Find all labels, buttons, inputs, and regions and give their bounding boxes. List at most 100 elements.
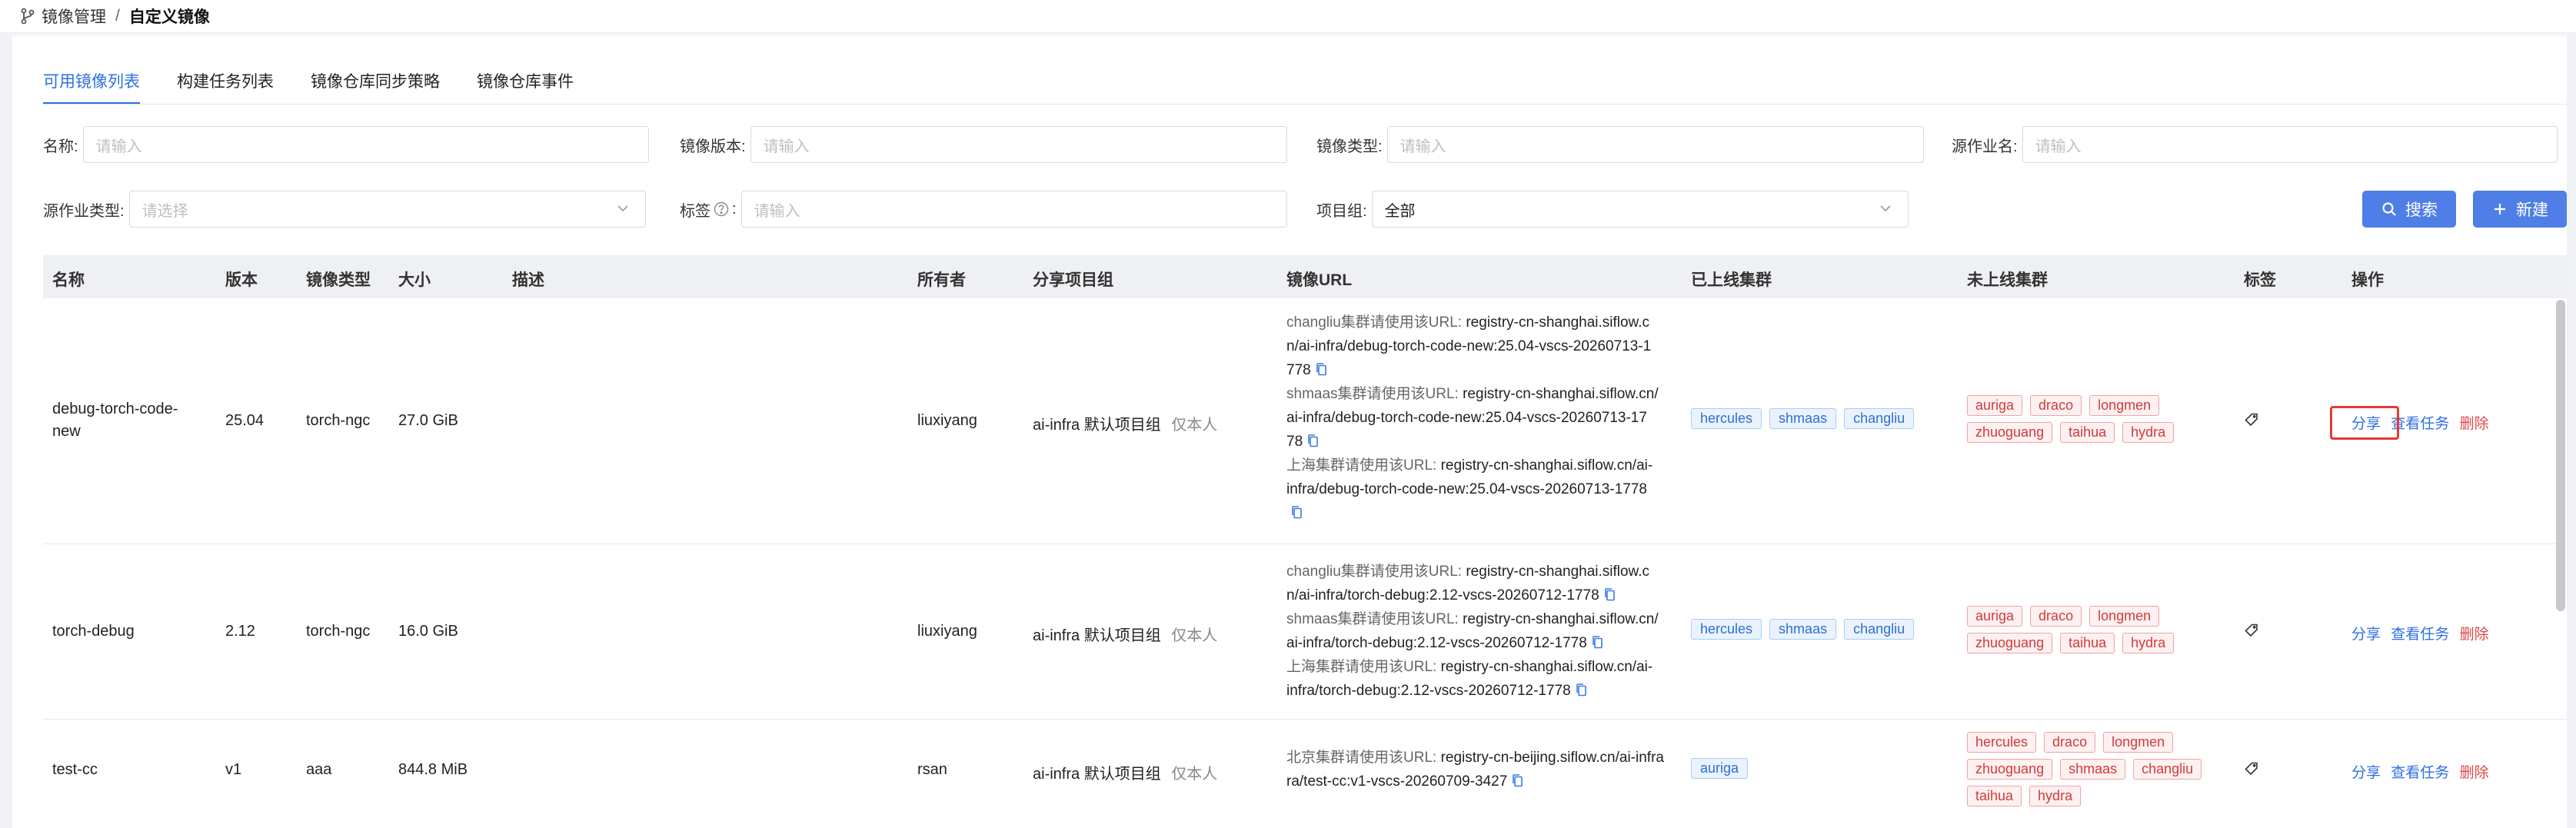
url-text: ai-infra/torch-debug:2.12-vscs-20260712-… [1286, 635, 1587, 651]
url-line: n/ai-infra/torch-debug:2.12-vscs-2026071… [1286, 584, 1694, 607]
table-scrollbar[interactable] [2556, 300, 2565, 611]
row-size: 844.8 MiB [398, 761, 468, 778]
view-tasks-link[interactable]: 查看任务 [2391, 627, 2449, 643]
row-type: torch-ngc [306, 412, 371, 429]
name-input[interactable]: 请输入 [82, 126, 649, 163]
url-prefix: 上海集群请使用该URL: [1286, 659, 1441, 675]
version-input[interactable]: 请输入 [750, 126, 1287, 163]
url-text: ra/test-cc:v1-vscs-20260709-3427 [1286, 773, 1508, 790]
delete-link[interactable]: 删除 [2460, 765, 2489, 781]
url-text: 78 [1286, 434, 1303, 450]
tag-icon[interactable] [2244, 412, 2259, 427]
copy-icon[interactable] [1592, 633, 1603, 649]
row-online-clusters: hercules shmaas changliu [1691, 619, 1922, 640]
url-text: 778 [1286, 362, 1311, 378]
row-url: changliu集群请使用该URL: registry-cn-shanghai.… [1286, 311, 1694, 525]
offline-cluster-tag: zhuoguang [1967, 759, 2053, 780]
search-button[interactable]: 搜索 [2362, 191, 2456, 228]
delete-link[interactable]: 删除 [2460, 416, 2489, 432]
url-line: 北京集群请使用该URL: registry-cn-beijing.siflow.… [1286, 746, 1694, 770]
version-label: 镜像版本: [680, 138, 746, 155]
source-job-input[interactable]: 请输入 [2022, 126, 2558, 163]
row-owner: rsan [917, 761, 947, 778]
row-offline-clusters: auriga draco longmen zhuoguang taihua hydra [1967, 606, 2228, 660]
source-job-type-select[interactable]: 请选择 [128, 191, 646, 228]
offline-cluster-line: zhuoguang shmaas changliu [1967, 759, 2228, 786]
row-version: 25.04 [225, 412, 265, 429]
table-row: torch-debug 2.12 torch-ngc 16.0 GiB liux… [43, 544, 2567, 720]
url-line: 上海集群请使用该URL: registry-cn-shanghai.siflow… [1286, 454, 1694, 477]
create-button[interactable]: 新建 [2473, 191, 2567, 228]
share-group-name: ai-infra 默认项目组 [1033, 417, 1161, 434]
offline-cluster-tag: changliu [2133, 759, 2202, 780]
url-prefix: shmaas集群请使用该URL: [1286, 386, 1463, 402]
share-link[interactable]: 分享 [2351, 627, 2381, 643]
share-note: 仅本人 [1171, 766, 1218, 783]
offline-cluster-line: auriga draco longmen [1967, 395, 2228, 422]
offline-cluster-line: hercules draco longmen [1967, 732, 2228, 759]
copy-icon[interactable] [1512, 772, 1523, 787]
breadcrumb-parent[interactable]: 镜像管理 [42, 5, 106, 28]
view-tasks-link[interactable]: 查看任务 [2391, 765, 2449, 781]
copy-icon[interactable] [1576, 681, 1587, 697]
tab-build-tasks[interactable]: 构建任务列表 [177, 58, 274, 105]
help-icon[interactable] [714, 201, 729, 217]
row-share-group: ai-infra 默认项目组 仅本人 [1033, 623, 1217, 645]
tab-available-images[interactable]: 可用镜像列表 [43, 58, 140, 105]
url-text: registry-cn-shanghai.siflow.cn/ [1463, 611, 1659, 627]
tab-divider [43, 104, 2567, 105]
project-group-filter: 项目组: 全部 [1316, 191, 1909, 228]
col-version: 版本 [225, 271, 258, 289]
row-offline-clusters: auriga draco longmen zhuoguang taihua hydra [1967, 395, 2228, 449]
row-name-line2: new [52, 423, 81, 440]
share-link[interactable]: 分享 [2351, 765, 2381, 781]
online-cluster-tag: shmaas [1769, 619, 1837, 640]
copy-icon[interactable] [1316, 361, 1327, 376]
view-tasks-link[interactable]: 查看任务 [2391, 416, 2449, 432]
tag-icon[interactable] [2244, 761, 2259, 776]
offline-cluster-tag: zhuoguang [1967, 633, 2053, 653]
offline-cluster-tag: auriga [1967, 395, 2023, 416]
row-url: 北京集群请使用该URL: registry-cn-beijing.siflow.… [1286, 746, 1694, 793]
offline-cluster-tag: hercules [1967, 732, 2037, 753]
row-version: 2.12 [225, 623, 255, 640]
tags-input[interactable]: 请输入 [741, 191, 1287, 228]
col-tags: 标签 [2244, 271, 2276, 289]
url-prefix: 北京集群请使用该URL: [1286, 750, 1441, 766]
url-prefix: changliu集群请使用该URL: [1286, 564, 1466, 580]
row-actions: 分享 查看任务 删除 [2351, 623, 2489, 643]
table-row: test-cc v1 aaa 844.8 MiB rsan ai-infra 默… [43, 720, 2567, 828]
breadcrumb-current: 自定义镜像 [128, 8, 210, 26]
share-group-name: ai-infra 默认项目组 [1033, 627, 1161, 644]
project-group-label: 项目组: [1316, 202, 1367, 220]
offline-cluster-line: zhuoguang taihua hydra [1967, 633, 2228, 660]
copy-icon[interactable] [1291, 504, 1303, 519]
col-ops: 操作 [2351, 271, 2384, 289]
url-line: n/ai-infra/debug-torch-code-new:25.04-vs… [1286, 334, 1694, 358]
col-owner: 所有者 [917, 271, 966, 289]
online-cluster-tag: changliu [1844, 408, 1915, 429]
tag-icon[interactable] [2244, 623, 2259, 638]
project-group-select[interactable]: 全部 [1371, 191, 1909, 228]
type-input[interactable]: 请输入 [1386, 126, 1924, 163]
copy-icon[interactable] [1604, 586, 1616, 601]
delete-link[interactable]: 删除 [2460, 627, 2489, 643]
url-line: changliu集群请使用该URL: registry-cn-shanghai.… [1286, 560, 1694, 584]
tags-label: 标签 [680, 202, 711, 220]
tab-sync-policy[interactable]: 镜像仓库同步策略 [311, 58, 440, 105]
table-header: 名称 版本 镜像类型 大小 描述 所有者 分享项目组 镜像URL 已上线集群 未… [43, 255, 2567, 298]
copy-icon[interactable] [1307, 432, 1319, 447]
row-version: v1 [225, 761, 242, 778]
source-job-type-label: 源作业类型: [43, 202, 125, 220]
share-note: 仅本人 [1171, 417, 1218, 434]
tab-repo-events[interactable]: 镜像仓库事件 [477, 58, 574, 105]
url-text: n/ai-infra/debug-torch-code-new:25.04-vs… [1286, 338, 1652, 354]
type-filter: 镜像类型: 请输入 [1316, 126, 1924, 163]
row-share-group: ai-infra 默认项目组 仅本人 [1033, 412, 1217, 434]
url-text: infra/torch-debug:2.12-vscs-20260712-177… [1286, 683, 1571, 699]
row-type: torch-ngc [306, 623, 371, 640]
url-line: infra/torch-debug:2.12-vscs-20260712-177… [1286, 679, 1694, 703]
row-online-clusters: auriga [1691, 758, 1756, 779]
breadcrumb: 镜像管理 / 自定义镜像 [0, 0, 2576, 32]
url-prefix: shmaas集群请使用该URL: [1286, 611, 1463, 627]
